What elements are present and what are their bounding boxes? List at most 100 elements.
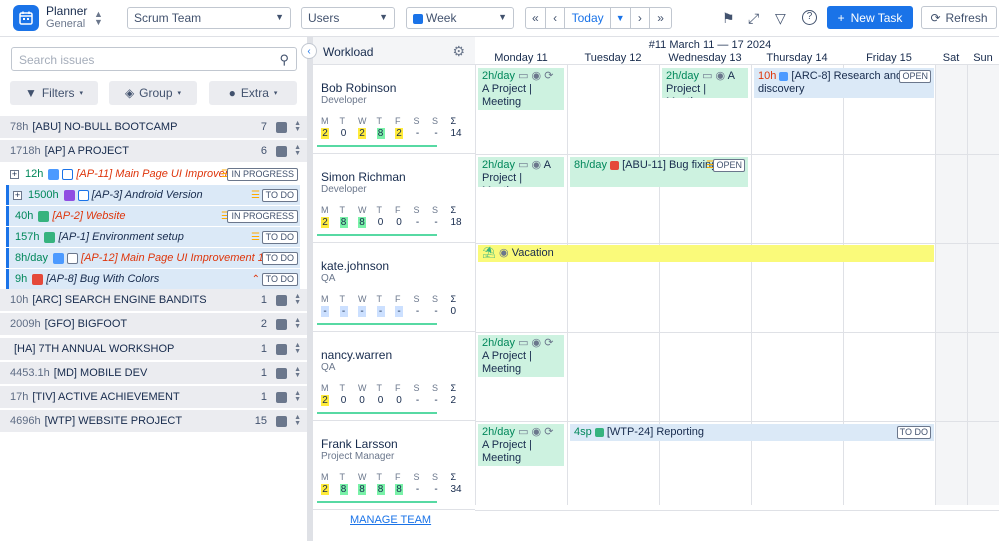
collapse-sidebar-icon[interactable]: ‹ [301,43,317,59]
manage-team-link[interactable]: MANAGE TEAM [350,514,431,526]
issue-row[interactable]: 40h [AP-2] Website ☰ IN PROGRESS [6,206,300,226]
member-row[interactable]: Bob Robinson Developer MTWTFSSΣ 20282--1… [313,65,475,154]
filter-icon[interactable]: ▽ [775,10,786,27]
task-card[interactable]: 2h/day ▭ ◉ ⟳ A Project | Meeting [478,335,564,377]
weekend-column[interactable] [967,65,999,505]
issue-row[interactable]: 9h [AP-8] Bug With Colors ⌃ TO DO [6,269,300,289]
task-card[interactable]: 2h/day ▭ ◉ ⟳ A Project | Meeting [478,68,564,110]
project-name: [TIV] ACTIVE ACHIEVEMENT [32,391,180,403]
next-icon[interactable]: › [631,8,651,28]
epic-icon [63,189,75,201]
project-row[interactable]: 2009h [GFO] BIGFOOT 2 ▲ ▼ [0,313,307,336]
project-count: 1 [260,391,267,403]
checkbox-icon[interactable] [276,343,287,355]
day-header: Sat [942,52,960,64]
last-page-icon[interactable]: » [650,8,671,28]
issue-title: [AP-12] Main Page UI Improvement 1 [81,252,264,264]
bug-icon [32,273,44,285]
project-name: [GFO] BIGFOOT [44,318,128,330]
team-select[interactable]: Scrum Team ▼ [127,7,291,29]
bug-icon [610,160,620,170]
team-select-value: Scrum Team [134,11,202,25]
today-dropdown-icon[interactable]: ▼ [611,8,631,28]
status-badge: TO DO [261,188,298,202]
task-rate: 2h/day [666,70,700,82]
planner-app-icon[interactable] [13,5,39,31]
sort-icon[interactable]: ▲ ▼ [294,414,301,427]
previous-icon[interactable]: ‹ [546,8,566,28]
sort-icon[interactable]: ▲ ▼ [294,390,301,403]
day-letters: MTWTFSSΣ [321,294,457,304]
checkbox-icon[interactable] [276,318,287,330]
new-task-button[interactable]: + New Task [827,6,913,29]
sort-icon[interactable]: ▲ ▼ [294,144,301,157]
sort-icon[interactable]: ▲ ▼ [294,120,301,133]
sort-icon[interactable]: ▲ ▼ [294,366,301,379]
group-button[interactable]: ◈ Group ▾ [109,81,197,105]
help-icon[interactable]: ? [802,10,817,25]
project-name: [AP] A PROJECT [44,145,129,157]
issue-row[interactable]: 8h/day [AP-12] Main Page UI Improvement … [6,248,300,268]
member-row[interactable]: Frank Larsson Project Manager MTWTFSSΣ 2… [313,421,475,510]
weekend-column[interactable] [935,65,967,505]
checkbox-icon[interactable] [276,391,287,403]
extra-button[interactable]: ● Extra ▾ [209,81,297,105]
task-card[interactable]: 2h/day ▭ ◉ ⟳ A Project | Meeting [478,424,564,466]
meeting-icons: ▭ ◉ [518,159,542,171]
checkbox-icon[interactable] [276,415,287,427]
workload-values: 2 8 8 0 0- -18 [321,217,462,228]
search-placeholder: Search issues [19,53,95,67]
search-input[interactable]: Search issues ⚲ [11,47,297,71]
project-row[interactable]: 17h [TIV] ACTIVE ACHIEVEMENT 1 ▲ ▼ [0,386,307,409]
range-select[interactable]: Week ▼ [406,7,514,29]
vacation-label: Vacation [511,247,554,259]
member-row[interactable]: nancy.warren QA MTWTFSSΣ 20000--2 [313,332,475,421]
project-hours: 4696h [10,415,41,427]
expand-icon[interactable]: + [13,190,22,200]
project-row[interactable]: 78h [ABU] NO-BULL BOOTCAMP 7 ▲ ▼ [0,116,307,139]
member-role: Project Manager [321,451,395,462]
project-row[interactable]: 4696h [WTP] WEBSITE PROJECT 15 ▲ ▼ [0,410,307,433]
checkbox-icon[interactable] [276,145,287,157]
issue-row[interactable]: 157h [AP-1] Environment setup ☰ TO DO [6,227,300,247]
task-card[interactable]: 8h/day [ABU-11] Bug fixing ☰ OPEN [570,157,748,187]
refresh-button[interactable]: ⟳ Refresh [921,6,997,29]
project-name: [ABU] NO-BULL BOOTCAMP [32,121,178,133]
issue-row[interactable]: + 12h [AP-11] Main Page UI Improvem... ☰… [6,164,300,184]
project-row[interactable]: 10h [ARC] SEARCH ENGINE BANDITS 1 ▲ ▼ [0,289,307,312]
task-card[interactable]: 10h [ARC-8] Research and discovery OPEN [754,68,934,98]
sort-icon[interactable]: ▲ ▼ [294,342,301,355]
task-card[interactable]: 2h/day ▭ ◉ A Project | Meeting [478,157,564,187]
project-row[interactable]: [HA] 7TH ANNUAL WORKSHOP 1 ▲ ▼ [0,338,307,361]
issue-row[interactable]: + 1500h [AP-3] Android Version ☰ TO DO [6,185,300,205]
filters-button[interactable]: ▼ Filters ▾ [10,81,98,105]
flag-icon[interactable]: ⚑ [722,10,735,27]
first-page-icon[interactable]: « [526,8,546,28]
status-badge: TO DO [261,251,298,265]
view-select[interactable]: Users ▼ [301,7,395,29]
task-card[interactable]: 2h/day ▭ ◉ A Project | Meeting [662,68,748,98]
vacation-bar[interactable]: ⛱ ◉ Vacation [478,245,934,262]
today-button[interactable]: Today [565,8,611,28]
member-row[interactable]: Simon Richman Developer MTWTFSSΣ 28800--… [313,154,475,243]
project-row[interactable]: 4453.1h [MD] MOBILE DEV 1 ▲ ▼ [0,362,307,385]
member-name: kate.johnson [321,259,390,273]
checkbox-icon[interactable] [276,121,287,133]
workload-values: 2 0 2 8 2- -14 [321,128,462,139]
issue-title: [AP-3] Android Version [91,189,203,201]
checkbox-icon[interactable] [276,294,287,306]
chevron-down-icon: ▼ [275,12,284,22]
expand-icon[interactable]: + [10,169,19,179]
day-header: Wednesday 13 [668,52,742,64]
settings-gear-icon[interactable]: ⚙ [452,43,465,60]
meeting-icons: ▭ ◉ ⟳ [518,426,554,438]
project-row[interactable]: 1718h [AP] A PROJECT 6 ▲ ▼ [0,140,307,163]
checkbox-icon[interactable] [276,367,287,379]
switch-app-icon[interactable]: ▲ ▼ [94,10,103,27]
task-card[interactable]: 4sp [WTP-24] Reporting TO DO [570,424,934,441]
sort-icon[interactable]: ▲ ▼ [294,293,301,306]
member-row[interactable]: kate.johnson QA MTWTFSSΣ -------0 [313,243,475,332]
member-role: QA [321,273,336,284]
sort-icon[interactable]: ▲ ▼ [294,317,301,330]
fullscreen-icon[interactable]: ⤢ [748,10,759,27]
